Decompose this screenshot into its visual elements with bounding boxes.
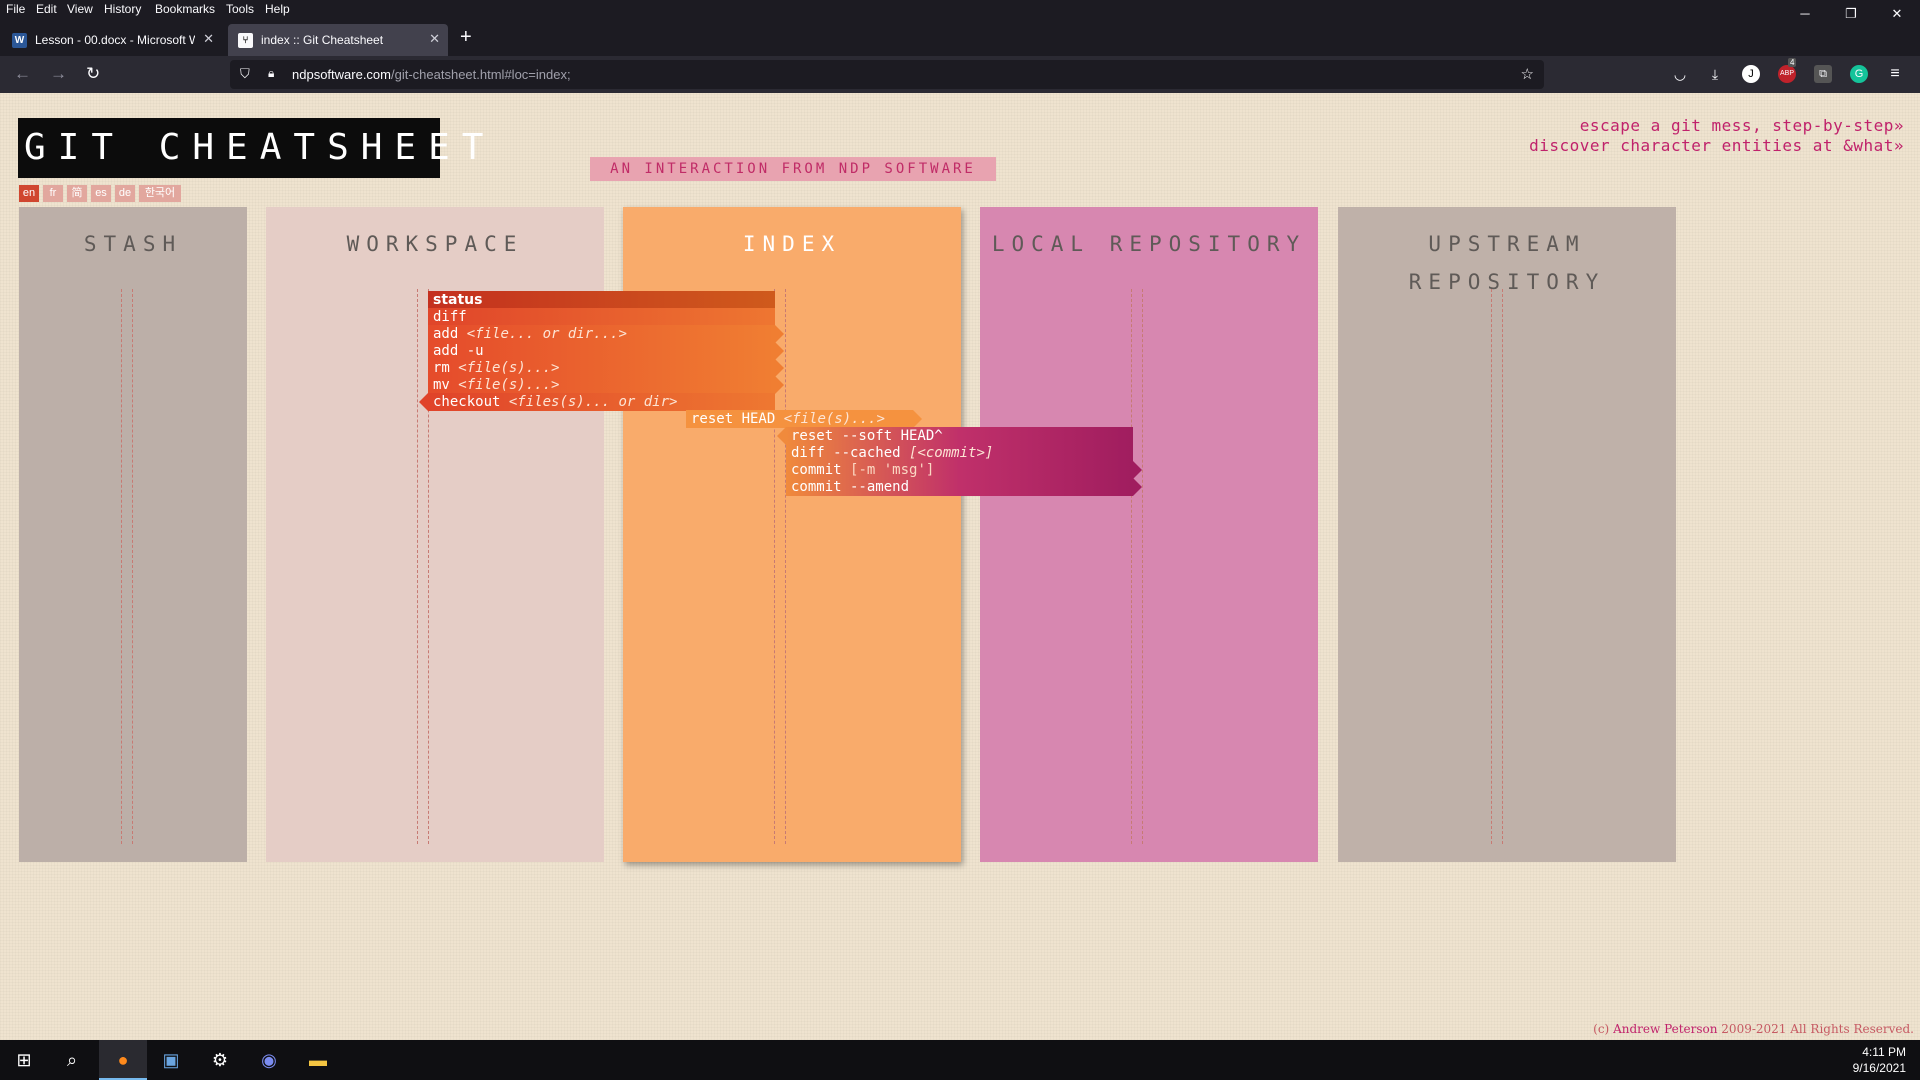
column-timeline: [1491, 289, 1503, 844]
grammarly-icon[interactable]: G: [1850, 65, 1868, 83]
pocket-icon[interactable]: ◡: [1671, 65, 1689, 83]
lang-es[interactable]: es: [91, 185, 111, 202]
lock-icon[interactable]: 🔒︎: [268, 66, 274, 81]
command-rm[interactable]: rm <file(s)...>: [428, 359, 784, 377]
column-timeline: [1131, 289, 1143, 844]
menu-view[interactable]: View: [67, 2, 93, 16]
menu-file[interactable]: File: [6, 2, 25, 16]
column-timeline: [121, 289, 133, 844]
discord-icon[interactable]: ◉: [245, 1040, 293, 1080]
tab-close-icon[interactable]: ✕: [203, 31, 214, 47]
column-title: STASH: [83, 232, 183, 256]
reload-icon[interactable]: ↻: [86, 64, 100, 84]
menu-help[interactable]: Help: [265, 2, 290, 16]
command-checkout[interactable]: checkout <files(s)... or dir>: [419, 393, 775, 411]
command-commit[interactable]: commit [-m 'msg']: [786, 461, 1142, 479]
clock-date: 9/16/2021: [1852, 1061, 1906, 1075]
system-clock[interactable]: 4:11 PM 9/16/2021: [1853, 1044, 1906, 1076]
character-entities-link[interactable]: discover character entities at &what»: [1529, 136, 1904, 155]
lang-de[interactable]: de: [115, 185, 135, 202]
command-commit-amend[interactable]: commit --amend: [786, 478, 1142, 496]
firefox-icon[interactable]: ●: [99, 1040, 147, 1080]
tab-title: index :: Git Cheatsheet: [261, 33, 384, 47]
lang-ko[interactable]: 한국어: [139, 185, 181, 202]
column-upstream-repository[interactable]: UPSTREAM REPOSITORY: [1338, 207, 1676, 862]
forward-icon[interactable]: →: [50, 64, 67, 84]
download-icon[interactable]: ⤓: [1706, 65, 1724, 83]
command-mv[interactable]: mv <file(s)...>: [428, 376, 784, 394]
new-tab-button[interactable]: +: [460, 26, 472, 49]
column-title: WORKSPACE: [346, 232, 524, 256]
adblock-icon[interactable]: ABP: [1778, 65, 1796, 83]
start-icon[interactable]: ⊞: [0, 1040, 48, 1080]
command-reset-head[interactable]: reset HEAD <file(s)...>: [686, 410, 922, 428]
control-panel-icon[interactable]: ▣: [147, 1040, 195, 1080]
shield-icon[interactable]: ⛉: [240, 66, 250, 82]
author-link[interactable]: Andrew Peterson: [1613, 1022, 1717, 1036]
menu-edit[interactable]: Edit: [36, 2, 57, 16]
menu-history[interactable]: History: [104, 2, 141, 16]
command-status[interactable]: status: [428, 291, 775, 309]
tab-close-icon[interactable]: ✕: [429, 31, 440, 47]
menu-tools[interactable]: Tools: [226, 2, 254, 16]
bookmark-star-icon[interactable]: ☆: [1521, 65, 1534, 83]
lang-fr[interactable]: fr: [43, 185, 63, 202]
extension-j-icon[interactable]: J: [1742, 65, 1760, 83]
page-subtitle[interactable]: AN INTERACTION FROM NDP SOFTWARE: [590, 157, 996, 181]
command-add[interactable]: add <file... or dir...>: [428, 325, 784, 343]
tab-word-document[interactable]: W Lesson - 00.docx - Microsoft W ✕: [2, 24, 222, 56]
clock-time: 4:11 PM: [1862, 1045, 1906, 1059]
lang-zh[interactable]: 简: [67, 185, 87, 202]
column-title: UPSTREAM REPOSITORY: [1408, 232, 1606, 294]
command-diff[interactable]: diff: [428, 308, 775, 326]
url-bar[interactable]: ⛉ 🔒︎ ndpsoftware.com/git-cheatsheet.html…: [230, 60, 1544, 89]
command-reset-soft[interactable]: reset --soft HEAD^: [777, 427, 1133, 445]
menu-bookmarks[interactable]: Bookmarks: [155, 2, 215, 16]
lang-en[interactable]: en: [19, 185, 39, 202]
cheatsheet-icon: ⑂: [238, 33, 253, 48]
escape-git-mess-link[interactable]: escape a git mess, step-by-step»: [1580, 116, 1904, 135]
column-title: LOCAL REPOSITORY: [991, 232, 1307, 256]
column-local-repository[interactable]: LOCAL REPOSITORY: [980, 207, 1318, 862]
git-cheatsheet-logo[interactable]: GIT CHEATSHEET: [18, 118, 483, 178]
settings-icon[interactable]: ⚙: [196, 1040, 244, 1080]
command-diff-cached[interactable]: diff --cached [<commit>]: [786, 444, 1133, 462]
copyright-notice: (c) Andrew Peterson 2009-2021 All Rights…: [1593, 1022, 1914, 1036]
back-icon[interactable]: ←: [14, 64, 31, 84]
navigation-bar: ← → ↻ ⛉ 🔒︎ ndpsoftware.com/git-cheatshee…: [0, 56, 1920, 93]
search-icon[interactable]: ⌕: [48, 1040, 96, 1080]
command-add-u[interactable]: add -u: [428, 342, 784, 360]
column-stash[interactable]: STASH: [19, 207, 247, 862]
adblock-badge: 4: [1788, 58, 1797, 67]
extension-puzzle-icon[interactable]: ⧉: [1814, 65, 1832, 83]
menu-bar: File Edit View History Bookmarks Tools H…: [0, 0, 1920, 20]
page-content: GIT CHEATSHEET en fr 简 es de 한국어 AN INTE…: [0, 93, 1920, 1040]
tab-title: Lesson - 00.docx - Microsoft W: [35, 33, 195, 47]
hamburger-menu-icon[interactable]: ≡: [1886, 65, 1904, 83]
column-title: INDEX: [742, 232, 842, 256]
tab-git-cheatsheet[interactable]: ⑂ index :: Git Cheatsheet ✕: [228, 24, 448, 56]
word-icon: W: [12, 33, 27, 48]
tab-bar: W Lesson - 00.docx - Microsoft W ✕ ⑂ ind…: [0, 20, 1920, 56]
file-explorer-icon[interactable]: ▬: [294, 1040, 342, 1080]
windows-taskbar: ⊞ ⌕ ● ▣ ⚙ ◉ ▬ 4:11 PM 9/16/2021: [0, 1040, 1920, 1080]
url-text[interactable]: ndpsoftware.com/git-cheatsheet.html#loc=…: [292, 67, 571, 82]
